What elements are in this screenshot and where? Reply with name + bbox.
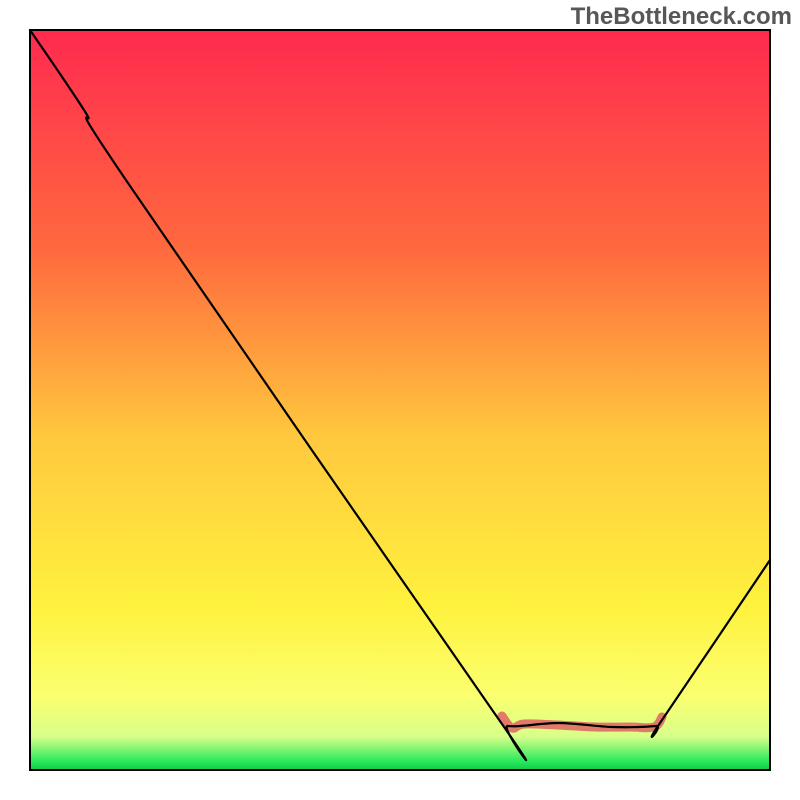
chart-svg (0, 0, 800, 800)
watermark-text: TheBottleneck.com (571, 3, 792, 31)
plot-background (30, 30, 770, 770)
chart-container: TheBottleneck.com (0, 0, 800, 800)
